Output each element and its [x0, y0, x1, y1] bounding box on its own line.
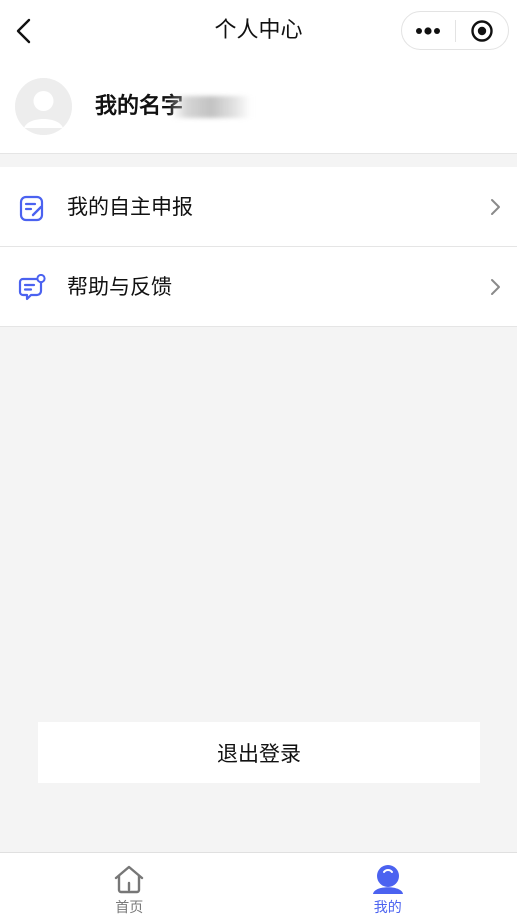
redacted-mask: [171, 96, 252, 118]
user-icon: [372, 865, 403, 894]
chevron-right-icon: [491, 199, 500, 215]
target-circle-icon: [471, 19, 493, 42]
logout-button[interactable]: 退出登录: [38, 722, 480, 783]
tab-label: 我的: [373, 900, 402, 916]
menu-item-label: 我的自主申报: [67, 195, 193, 219]
more-dots-icon: [416, 26, 441, 35]
avatar[interactable]: [15, 78, 72, 135]
mini-program-capsule: [401, 11, 509, 50]
menu-list: 我的自主申报 帮助与反馈: [0, 167, 517, 327]
username-text: 我的名字: [95, 94, 184, 119]
tab-mine[interactable]: 我的: [259, 853, 517, 922]
more-button[interactable]: [402, 11, 455, 50]
close-program-button[interactable]: [455, 11, 508, 50]
menu-item-help-feedback[interactable]: 帮助与反馈: [0, 247, 517, 327]
top-navbar: 个人中心: [0, 0, 517, 62]
menu-item-self-declaration[interactable]: 我的自主申报: [0, 167, 517, 247]
home-icon: [115, 865, 144, 894]
tab-home[interactable]: 首页: [0, 853, 259, 922]
chevron-right-icon: [491, 279, 500, 295]
edit-document-icon: [19, 195, 44, 222]
bottom-tab-bar: 首页 我的: [0, 852, 517, 922]
tab-label: 首页: [115, 900, 144, 916]
username: 我的名字: [95, 90, 252, 124]
profile-section: 我的名字: [0, 62, 517, 154]
menu-item-label: 帮助与反馈: [67, 275, 172, 299]
feedback-chat-icon: [18, 274, 46, 301]
default-avatar-icon: [15, 78, 72, 135]
